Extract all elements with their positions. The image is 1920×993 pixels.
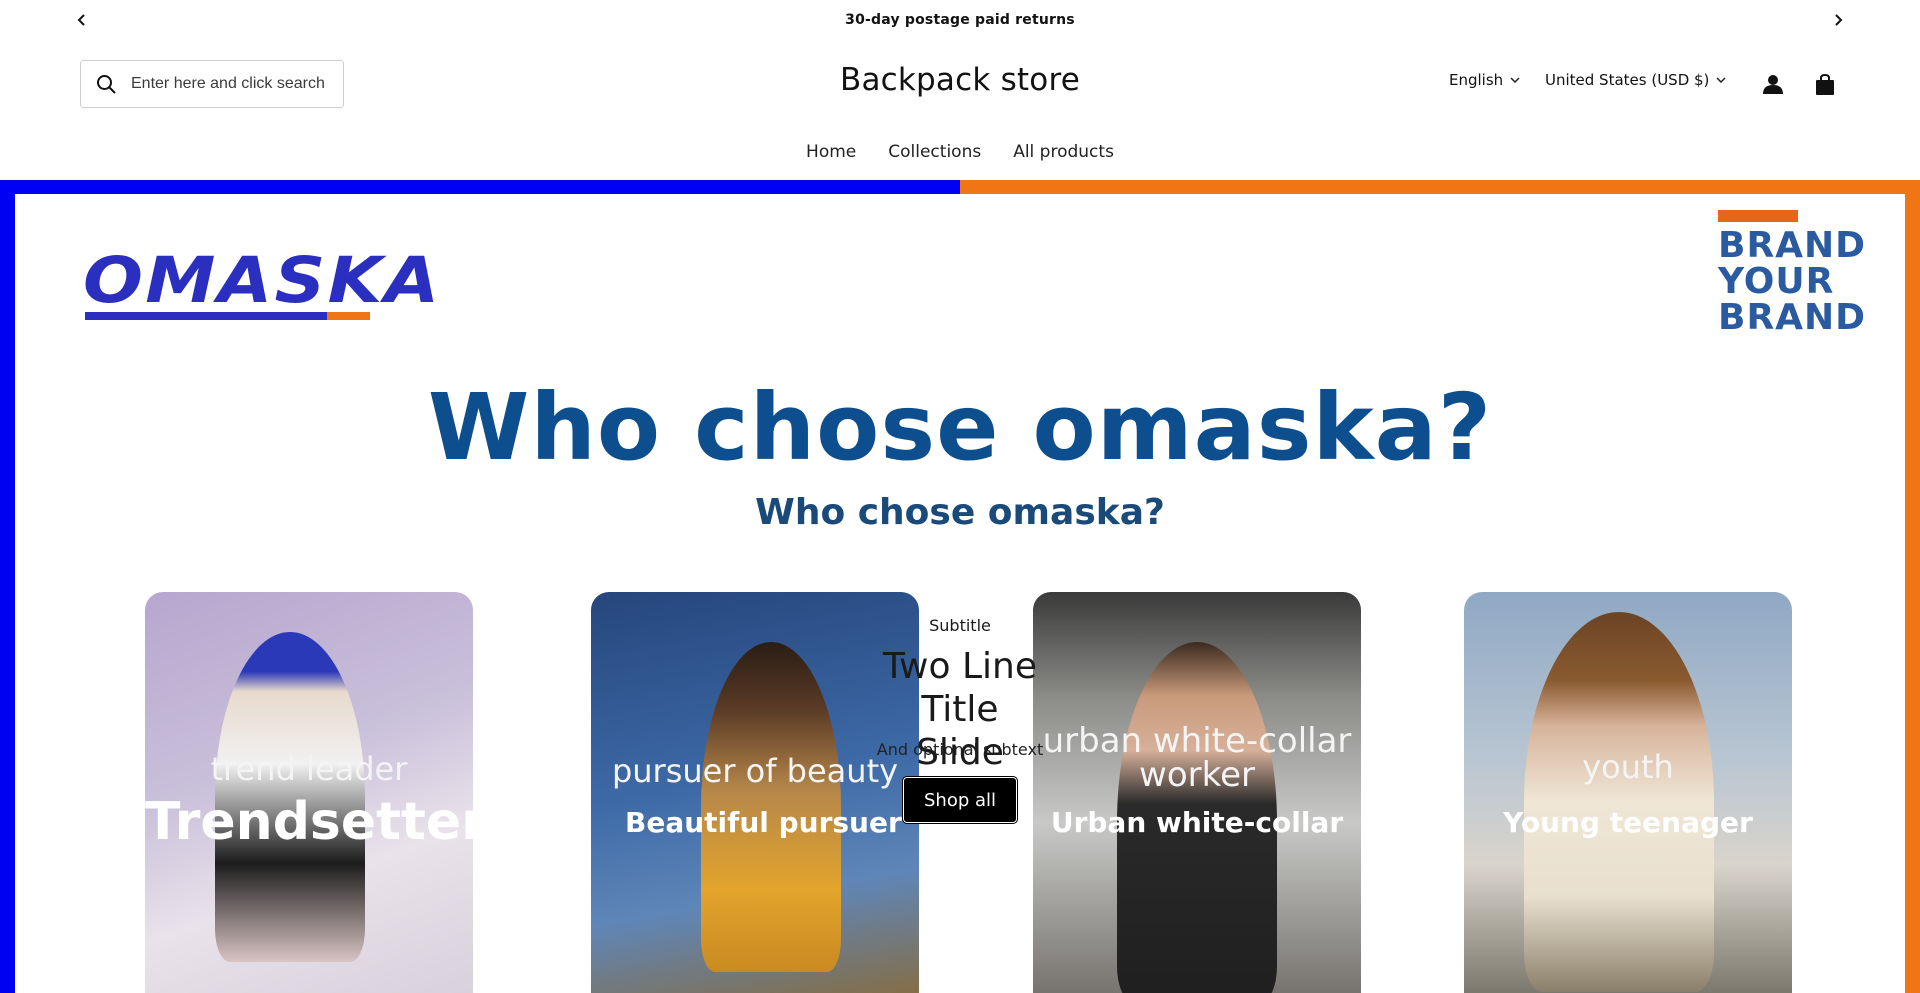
language-label: English	[1449, 71, 1504, 89]
site-header: Backpack store English United States (US…	[0, 40, 1920, 180]
omaska-logo: OMASKA	[83, 244, 442, 317]
brand-logo-bar	[1718, 210, 1798, 222]
nav-item-collections[interactable]: Collections	[872, 142, 997, 162]
currency-selector[interactable]: United States (USD $)	[1545, 71, 1726, 89]
banner-headline: Who chose omaska?	[427, 374, 1493, 481]
currency-label: United States (USD $)	[1545, 71, 1710, 89]
cart-button[interactable]	[1811, 70, 1839, 98]
language-selector[interactable]: English	[1449, 71, 1520, 89]
account-button[interactable]	[1759, 70, 1787, 98]
persona-photo	[1524, 612, 1714, 992]
nav-item-all-products[interactable]: All products	[997, 142, 1130, 162]
banner-image: OMASKA BRAND YOUR BRAND Who chose omaska…	[15, 194, 1905, 993]
omaska-logo-underline	[85, 312, 370, 320]
persona-card-urban-white-collar: urban white-collar worker Urban white-co…	[1033, 592, 1361, 993]
user-icon	[1763, 75, 1783, 94]
persona-title: Beautiful pursuer	[625, 806, 902, 839]
persona-title: Young teenager	[1503, 806, 1753, 839]
persona-caption: trend leader	[210, 750, 408, 788]
announcement-text: 30-day postage paid returns	[845, 12, 1075, 28]
chevron-down-icon	[1510, 77, 1520, 83]
announcement-prev-button[interactable]	[70, 8, 94, 32]
chevron-down-icon	[1716, 77, 1726, 83]
persona-card-young-teenager: youth Young teenager	[1464, 592, 1792, 993]
chevron-right-icon	[1835, 14, 1843, 26]
brand-logo-line: YOUR	[1718, 261, 1835, 302]
brand-your-brand-logo: BRAND YOUR BRAND	[1718, 210, 1867, 338]
hero-slideshow: OMASKA BRAND YOUR BRAND Who chose omaska…	[0, 180, 1920, 993]
announcement-bar: 30-day postage paid returns	[0, 0, 1920, 40]
persona-caption: pursuer of beauty	[611, 752, 899, 790]
nav-item-home[interactable]: Home	[790, 142, 872, 162]
banner-subheadline: Who chose omaska?	[755, 492, 1165, 533]
shopping-bag-icon	[1816, 73, 1834, 95]
persona-caption: youth	[1582, 748, 1674, 786]
persona-caption: urban white-collar worker	[1042, 721, 1352, 795]
search-input[interactable]	[131, 75, 331, 93]
search-box[interactable]	[80, 60, 344, 108]
shop-all-button[interactable]: Shop all	[902, 776, 1018, 824]
brand-logo-line: BRAND	[1718, 225, 1867, 266]
chevron-left-icon	[77, 14, 85, 26]
persona-title: Urban white-collar	[1050, 806, 1344, 839]
announcement-next-button[interactable]	[1826, 8, 1850, 32]
search-icon[interactable]	[95, 73, 117, 95]
persona-title: Trendsetter	[145, 792, 473, 852]
store-name[interactable]: Backpack store	[840, 62, 1080, 98]
persona-card-trendsetter: trend leader Trendsetter	[145, 592, 473, 993]
main-nav: Home Collections All products	[0, 142, 1920, 162]
persona-card-beautiful-pursuer: pursuer of beauty Beautiful pursuer	[591, 592, 919, 993]
brand-logo-line: BRAND	[1718, 297, 1867, 338]
